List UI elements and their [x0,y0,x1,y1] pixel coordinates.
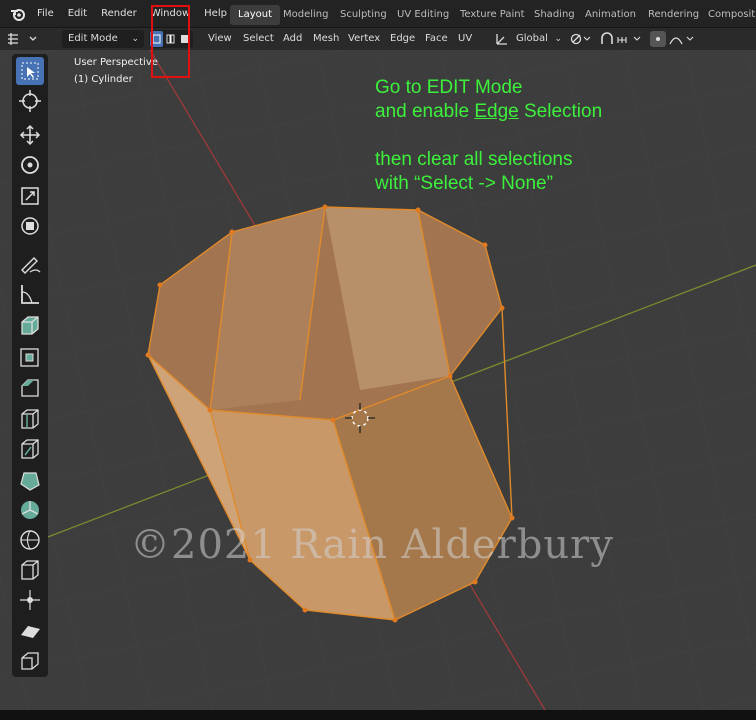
proportional-editing-icon [656,37,660,41]
proportional-editing-button[interactable] [650,31,666,47]
instruction-line-2: and enable Edge Selection [375,100,602,124]
transform-orientation-icon [496,34,507,45]
menu-edge[interactable]: Edge [384,30,421,48]
rip-icon [21,652,39,670]
mode-dropdown[interactable]: Edit Mode ⌄ [62,30,144,48]
edge-slide-tool[interactable] [16,556,44,584]
move-tool[interactable] [16,121,44,149]
instruction-line-2-prefix: and enable [375,101,475,122]
measure-tool[interactable] [16,280,44,308]
object-label: (1) Cylinder [74,74,133,85]
add-cube-tool[interactable] [16,312,44,340]
move-arrows-icon [19,124,41,146]
menu-help[interactable]: Help [197,0,234,28]
instruction-line-3: then clear all selections [375,149,573,170]
tab-animation[interactable]: Animation [577,5,644,25]
cube-icon [21,316,39,335]
editor-type-icon[interactable] [4,31,42,47]
falloff-icon[interactable] [668,31,698,47]
tab-uv-editing[interactable]: UV Editing [389,5,457,25]
poly-build-icon [20,472,40,491]
rotate-tool[interactable] [16,151,44,179]
menu-render[interactable]: Render [94,0,144,28]
orientation-label: Global [516,33,548,44]
transform-tool[interactable] [16,212,44,240]
knife-tool[interactable] [16,435,44,463]
bevel-icon [21,379,39,397]
loop-cut-icon [21,409,39,429]
menu-face[interactable]: Face [419,30,454,48]
cursor-arrow-icon [21,62,39,80]
edge-slide-icon [21,560,39,580]
shear-tool[interactable] [16,617,44,645]
menu-vertex[interactable]: Vertex [342,30,386,48]
blender-logo-icon[interactable] [10,7,26,21]
annotate-tool[interactable] [16,250,44,278]
menu-uv[interactable]: UV [452,30,478,48]
chevron-down-icon: ⌄ [131,34,139,44]
loop-cut-tool[interactable] [16,405,44,433]
mode-label: Edit Mode [68,33,118,44]
inset-icon [20,348,39,367]
highlight-box [151,5,190,78]
watermark: ©2021 Rain Alderbury [130,522,614,568]
pivot-point-icon[interactable] [568,31,592,47]
menu-select[interactable]: Select [237,30,280,48]
viewport-info: User Perspective (1) Cylinder [74,54,158,88]
snap-icon[interactable] [598,31,646,47]
tool-shelf [12,54,48,677]
perspective-label: User Perspective [74,57,158,68]
spin-icon [21,501,39,519]
scale-tool[interactable] [16,182,44,210]
scale-icon [21,187,39,205]
knife-icon [21,439,39,459]
tab-shading[interactable]: Shading [526,5,583,25]
menu-view[interactable]: View [202,30,238,48]
rotate-icon [21,156,39,174]
tab-sculpting[interactable]: Sculpting [332,5,395,25]
pencil-icon [21,257,41,274]
tab-layout[interactable]: Layout [230,5,280,25]
shrink-fatten-tool[interactable] [16,586,44,614]
top-bar: File Edit Render Window Help Layout Mode… [0,0,756,28]
poly-build-tool[interactable] [16,466,44,494]
smooth-tool[interactable] [16,526,44,554]
instruction-line-2-suffix: Selection [518,101,603,122]
tab-modeling[interactable]: Modeling [275,5,337,25]
instruction-line-1: Go to EDIT Mode [375,77,523,98]
transform-icon [21,217,39,235]
shear-icon [21,626,40,638]
select-box-tool[interactable] [16,57,44,85]
rip-region-tool[interactable] [16,647,44,675]
menu-add[interactable]: Add [277,30,308,48]
chevron-down-icon: ⌄ [554,34,562,44]
viewport-header: Edit Mode ⌄ View Select Add Mesh Vertex … [0,28,756,50]
status-bar [0,710,756,720]
tab-texture-paint[interactable]: Texture Paint [452,5,533,25]
sphere-icon [20,530,40,550]
orientation-dropdown[interactable]: Global ⌄ [510,30,564,48]
spin-tool[interactable] [16,496,44,524]
instruction-edge-emphasis: Edge [474,101,519,122]
inset-faces-tool[interactable] [16,343,44,371]
cursor-tool[interactable] [16,87,44,115]
tab-rendering[interactable]: Rendering [640,5,707,25]
crosshair-icon [19,90,41,112]
shrink-fatten-icon [20,590,40,610]
bevel-tool[interactable] [16,374,44,402]
instruction-block-2: then clear all selections with “Select -… [375,148,573,196]
instruction-block-1: Go to EDIT Mode and enable Edge Selectio… [375,76,602,124]
main-menu: File Edit Render Window Help [30,0,234,28]
menu-mesh[interactable]: Mesh [307,30,345,48]
tab-compositing[interactable]: Compositing [700,5,756,25]
menu-edit[interactable]: Edit [61,0,94,28]
menu-file[interactable]: File [30,0,61,28]
ruler-icon [21,285,39,304]
instruction-line-4: with “Select -> None” [375,173,553,194]
